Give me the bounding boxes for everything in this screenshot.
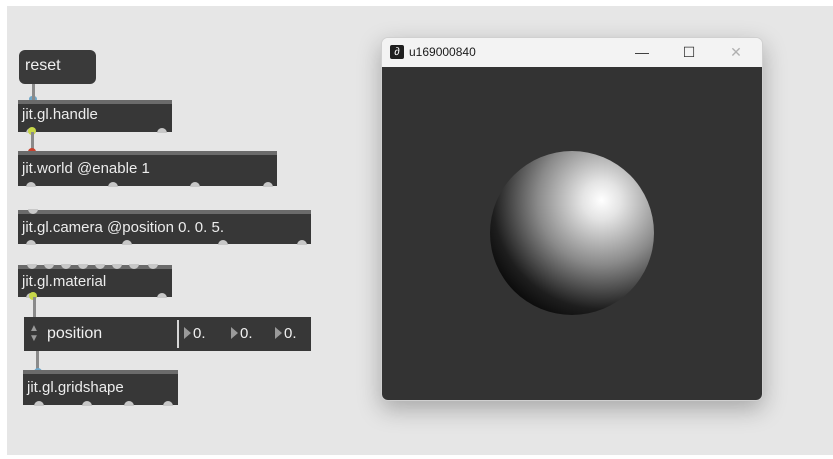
sphere-render (490, 151, 654, 315)
object-label: jit.gl.camera @position 0. 0. 5. (22, 219, 224, 236)
render-window[interactable]: ∂ u169000840 — ☐ ✕ (381, 37, 763, 401)
number-value-y: 0. (240, 325, 253, 342)
triangle-icon (275, 327, 282, 339)
object-label: jit.gl.material (22, 273, 107, 290)
reset-message-label: reset (25, 57, 61, 74)
outlet[interactable] (297, 240, 307, 245)
number-value-x: 0. (193, 325, 206, 342)
attrui-divider (177, 320, 179, 348)
object-jit-gl-camera[interactable]: jit.gl.camera @position 0. 0. 5. (18, 209, 311, 245)
close-button[interactable]: ✕ (713, 38, 759, 67)
maximize-button[interactable]: ☐ (666, 38, 712, 67)
outlet[interactable] (26, 182, 36, 187)
minimize-button[interactable]: — (619, 38, 665, 67)
object-jit-gl-gridshape[interactable]: jit.gl.gridshape (23, 370, 178, 406)
object-topbar (18, 100, 172, 104)
object-topbar (18, 210, 311, 214)
attrui-label: position (47, 325, 103, 342)
object-jit-gl-material[interactable]: jit.gl.material (18, 264, 172, 298)
object-label: jit.world @enable 1 (22, 160, 150, 177)
object-jit-world[interactable]: jit.world @enable 1 (18, 151, 277, 187)
object-jit-gl-handle[interactable]: jit.gl.handle (18, 100, 172, 133)
outlet[interactable] (122, 240, 132, 245)
sphere (490, 151, 654, 315)
outlet[interactable] (157, 293, 167, 298)
number-box-z[interactable]: 0. (275, 317, 297, 351)
object-label: jit.gl.gridshape (27, 379, 124, 396)
window-title: u169000840 (409, 45, 476, 59)
object-topbar (23, 370, 178, 374)
app-icon: ∂ (390, 45, 404, 59)
outlet[interactable] (218, 240, 228, 245)
triangle-icon (184, 327, 191, 339)
outlet[interactable] (82, 401, 92, 406)
patch-cable[interactable] (32, 84, 35, 100)
number-box-y[interactable]: 0. (231, 317, 253, 351)
patch-cable[interactable] (33, 297, 36, 318)
object-topbar (18, 151, 277, 155)
object-label: jit.gl.handle (22, 106, 98, 123)
outlet[interactable] (263, 182, 273, 187)
outlet[interactable] (26, 240, 36, 245)
outlet[interactable] (163, 401, 173, 406)
outlet[interactable] (108, 182, 118, 187)
triangle-icon (231, 327, 238, 339)
gl-viewport[interactable] (382, 67, 762, 400)
attrui-position[interactable]: ▲ ▼ position 0. 0. 0. (24, 317, 311, 351)
outlet[interactable] (157, 128, 167, 133)
number-box-x[interactable]: 0. (184, 317, 206, 351)
outlet[interactable] (124, 401, 134, 406)
window-titlebar[interactable]: ∂ u169000840 — ☐ ✕ (382, 38, 762, 67)
number-value-z: 0. (284, 325, 297, 342)
reset-message[interactable]: reset (19, 50, 96, 84)
outlet[interactable] (34, 401, 44, 406)
stepper-arrows-icon[interactable]: ▲ ▼ (29, 324, 39, 344)
outlet[interactable] (190, 182, 200, 187)
